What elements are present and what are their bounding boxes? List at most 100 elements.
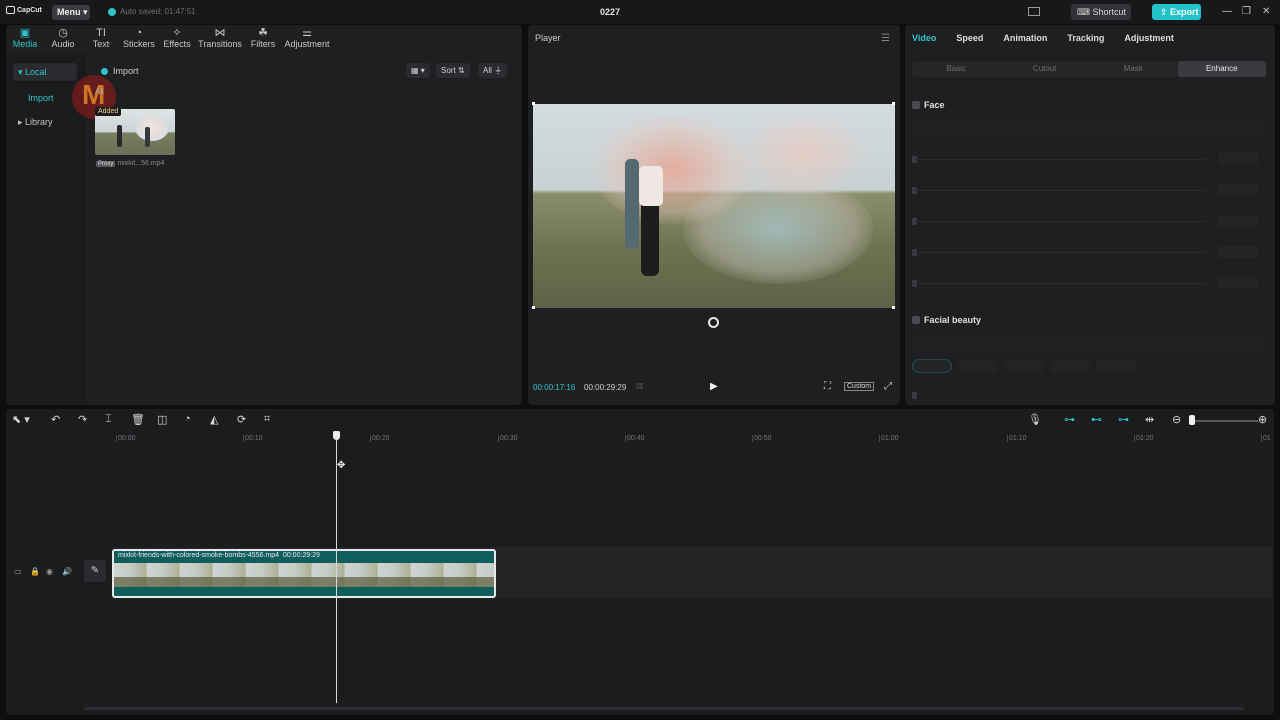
properties-tabs: Video Speed Animation Tracking Adjustmen… (912, 33, 1174, 43)
reverse-icon[interactable]: ◔ (184, 413, 191, 425)
auto-snap-icon[interactable]: ⊷ (1091, 413, 1102, 426)
mute-track-icon[interactable]: 🔊 (62, 567, 72, 576)
tab-adjustment[interactable]: ⚌ Adjustment (282, 25, 332, 53)
subtab-cutout[interactable]: Cutout (1001, 61, 1090, 77)
play-button[interactable]: ▶ (710, 381, 718, 392)
mirror-icon[interactable]: ◭ (210, 413, 218, 426)
facial-beauty-checkbox[interactable] (912, 316, 920, 324)
split-icon[interactable]: ⌶ (105, 413, 112, 426)
subtab-enhance[interactable]: Enhance (1177, 61, 1266, 77)
sort-button[interactable]: Sort ⇅ (436, 63, 470, 78)
beauty-option[interactable] (958, 359, 998, 373)
edit-cover-icon[interactable]: ✎ (84, 560, 106, 582)
layout-icon[interactable] (1028, 7, 1040, 16)
tab-audio[interactable]: ◷ Audio (44, 25, 82, 53)
face-checkbox[interactable] (912, 101, 920, 109)
preview-axis-icon[interactable]: ⇹ (1145, 413, 1154, 426)
crop-icon[interactable]: ⌗ (264, 413, 270, 426)
aspect-custom-button[interactable]: Custom (844, 382, 875, 391)
slider-value-box[interactable] (1218, 153, 1258, 165)
close-icon[interactable]: ✕ (1262, 6, 1270, 17)
zoom-fit-icon[interactable]: ⊕ (1258, 413, 1267, 426)
maximize-icon[interactable]: ❐ (1242, 6, 1251, 17)
resize-handle[interactable] (892, 102, 895, 105)
zoom-slider-knob[interactable] (1189, 415, 1195, 425)
export-button[interactable]: ⇪ Export (1152, 4, 1201, 20)
capcut-logo-icon (6, 6, 15, 14)
filters-icon: ☘ (258, 27, 268, 39)
tab-text[interactable]: TI Text (82, 25, 120, 53)
slider-track[interactable] (915, 221, 1205, 222)
sidebar-item-library[interactable]: ▸ Library (13, 113, 77, 131)
rotate-clip-icon[interactable]: ⟳ (237, 413, 246, 426)
timeline-scrollbar[interactable] (84, 707, 1244, 710)
autosave-status: Auto saved: 01:47:51 (108, 7, 196, 16)
main-track-magnet-icon[interactable]: ⊶ (1064, 413, 1075, 426)
video-preview[interactable] (533, 104, 895, 308)
video-clip[interactable]: mixkit-friends-with-colored-smoke-bombs-… (112, 549, 496, 598)
filter-button[interactable]: All ⏚ (478, 63, 508, 78)
tab-tracking[interactable]: Tracking (1067, 33, 1104, 43)
tab-effects[interactable]: ✧ Effects (158, 25, 196, 53)
tab-filters[interactable]: ☘ Filters (244, 25, 282, 53)
linkage-icon[interactable]: ⊶ (1118, 413, 1129, 426)
import-button[interactable]: Import (101, 66, 139, 76)
screenshot-icon[interactable]: ⛶ (824, 381, 831, 392)
facial-beauty-checkbox-row[interactable]: Facial beauty (912, 315, 981, 325)
microphone-icon[interactable]: 🎙 (1028, 413, 1042, 426)
tab-stickers[interactable]: ◔ Stickers (120, 25, 158, 53)
sidebar-item-local[interactable]: ▾ Local (13, 63, 77, 81)
select-tool-icon[interactable]: ⬉ ▾ (12, 413, 30, 426)
beauty-option[interactable] (1096, 359, 1136, 373)
audio-icon: ◷ (58, 27, 68, 39)
tab-speed[interactable]: Speed (956, 33, 983, 43)
delete-icon[interactable]: 🗑 (131, 413, 145, 426)
beauty-option[interactable] (912, 359, 952, 373)
undo-icon[interactable]: ↶ (51, 413, 60, 426)
slider-value-box[interactable] (1218, 277, 1258, 289)
resize-handle[interactable] (532, 306, 535, 309)
slider-track[interactable] (915, 252, 1205, 253)
menu-button[interactable]: Menu ▾ (52, 5, 90, 20)
timecode-format-icon[interactable]: ▥ (636, 381, 644, 390)
view-toggle-button[interactable]: ▦ ▾ (406, 63, 430, 78)
timeline-ruler[interactable]: 00:00 00:10 00:20 00:30 00:40 00:50 01:0… (114, 431, 1274, 445)
playhead[interactable] (336, 431, 337, 703)
tab-transitions[interactable]: ⋈ Transitions (196, 25, 244, 53)
slider-track[interactable] (915, 190, 1205, 191)
slider-track[interactable] (915, 283, 1205, 284)
redo-icon[interactable]: ↷ (78, 413, 87, 426)
tab-video[interactable]: Video (912, 33, 936, 43)
beauty-option[interactable] (1004, 359, 1044, 373)
tab-animation[interactable]: Animation (1003, 33, 1047, 43)
tab-media[interactable]: ▣ Media (6, 25, 44, 53)
face-dropdown[interactable] (912, 123, 1266, 135)
freeze-icon[interactable]: ◫ (157, 413, 167, 426)
subtab-mask[interactable]: Mask (1089, 61, 1178, 77)
player-menu-icon[interactable]: ☰ (881, 33, 890, 44)
cover-icon[interactable]: ▭ (14, 567, 22, 576)
lock-track-icon[interactable]: 🔒 (30, 567, 40, 576)
shortcut-button[interactable]: ⌨ Shortcut (1071, 4, 1131, 20)
tab-adjustment-props[interactable]: Adjustment (1124, 33, 1174, 43)
hide-track-icon[interactable]: ◉ (46, 567, 53, 576)
slider-knob[interactable] (912, 392, 917, 399)
rotate-icon[interactable] (708, 317, 719, 328)
resize-handle[interactable] (532, 102, 535, 105)
ruler-tick: 01:20 (1134, 435, 1154, 442)
slider-value-box[interactable] (1218, 215, 1258, 227)
minimize-icon[interactable]: — (1222, 6, 1232, 17)
zoom-slider-track[interactable] (1190, 420, 1258, 422)
playhead-handle[interactable] (333, 431, 340, 440)
subtab-basic[interactable]: Basic (912, 61, 1001, 77)
zoom-out-icon[interactable]: ⊖ (1172, 413, 1181, 426)
slider-value-box[interactable] (1218, 184, 1258, 196)
fullscreen-icon[interactable]: ⤢ (884, 381, 892, 392)
face-checkbox-row[interactable]: Face (912, 100, 945, 110)
resize-handle[interactable] (892, 306, 895, 309)
slider-value-box[interactable] (1218, 246, 1258, 258)
facial-beauty-dropdown[interactable] (912, 338, 1266, 350)
ruler-tick: 00:00 (116, 435, 136, 442)
beauty-option[interactable] (1050, 359, 1090, 373)
slider-track[interactable] (915, 159, 1205, 160)
